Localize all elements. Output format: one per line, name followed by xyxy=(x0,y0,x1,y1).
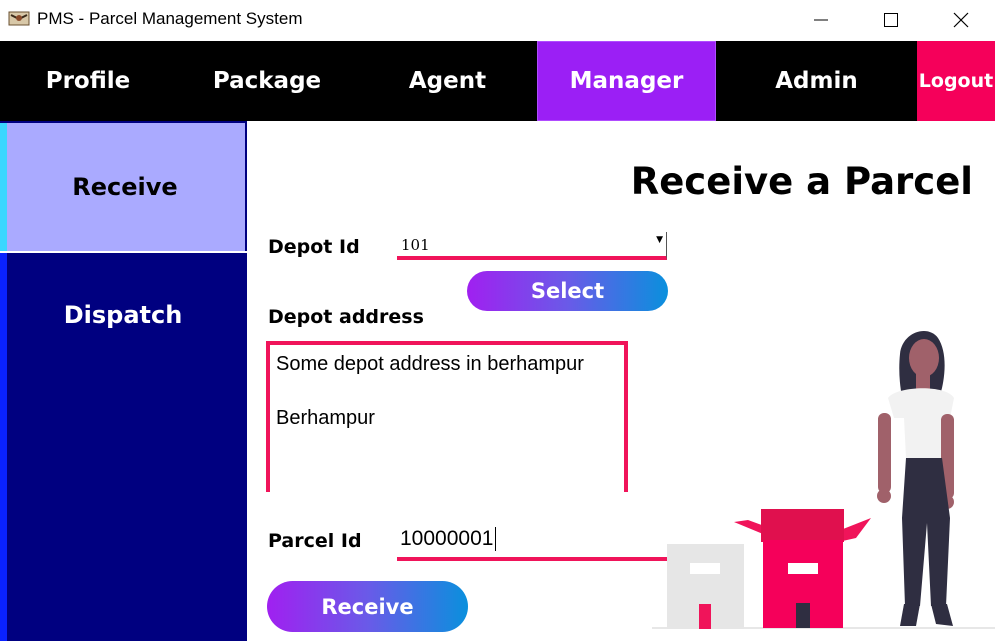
depot-id-label: Depot Id xyxy=(268,236,360,258)
nav-tab-manager[interactable]: Manager xyxy=(537,41,716,121)
dropdown-arrow-icon: ▼ xyxy=(656,235,663,245)
page-title: Receive a Parcel xyxy=(630,160,973,203)
depot-address-label: Depot address xyxy=(268,306,424,328)
parcel-app-icon xyxy=(8,9,30,27)
window-title: PMS - Parcel Management System xyxy=(37,9,303,28)
select-button[interactable]: Select xyxy=(467,271,668,311)
depot-address-textarea[interactable]: Some depot address in berhampur Berhampu… xyxy=(266,341,628,492)
maximize-button[interactable] xyxy=(856,0,926,41)
top-navigation: Profile Package Agent Manager Admin Logo… xyxy=(0,41,995,121)
maximize-icon xyxy=(884,13,898,27)
nav-tab-agent[interactable]: Agent xyxy=(358,41,537,121)
woman-with-parcels-illustration xyxy=(652,331,995,629)
window-titlebar: PMS - Parcel Management System xyxy=(0,0,995,41)
close-button[interactable] xyxy=(926,0,995,41)
depot-id-select[interactable]: 101 ▼ xyxy=(397,232,667,260)
sidebar-item-dispatch[interactable]: Dispatch xyxy=(0,253,247,641)
nav-tab-admin[interactable]: Admin xyxy=(716,41,917,121)
sidebar-item-dispatch-label: Dispatch xyxy=(63,301,183,329)
logout-button[interactable]: Logout xyxy=(917,41,995,121)
sidebar-item-receive[interactable]: Receive xyxy=(0,123,245,251)
sidebar: Receive Dispatch xyxy=(0,121,247,641)
receive-button[interactable]: Receive xyxy=(267,581,468,632)
parcel-id-value: 10000001 xyxy=(400,527,494,550)
nav-tab-profile[interactable]: Profile xyxy=(0,41,176,121)
nav-tab-package[interactable]: Package xyxy=(176,41,358,121)
depot-address-line-2: Berhampur xyxy=(276,407,375,429)
minimize-button[interactable] xyxy=(786,0,856,41)
text-caret xyxy=(495,527,496,551)
parcel-id-input[interactable]: 10000001 xyxy=(397,525,667,561)
parcel-id-label: Parcel Id xyxy=(268,530,362,552)
close-icon xyxy=(953,12,969,28)
depot-address-line-1: Some depot address in berhampur xyxy=(276,353,584,375)
depot-id-value: 101 xyxy=(401,236,430,254)
minimize-icon xyxy=(814,19,828,21)
